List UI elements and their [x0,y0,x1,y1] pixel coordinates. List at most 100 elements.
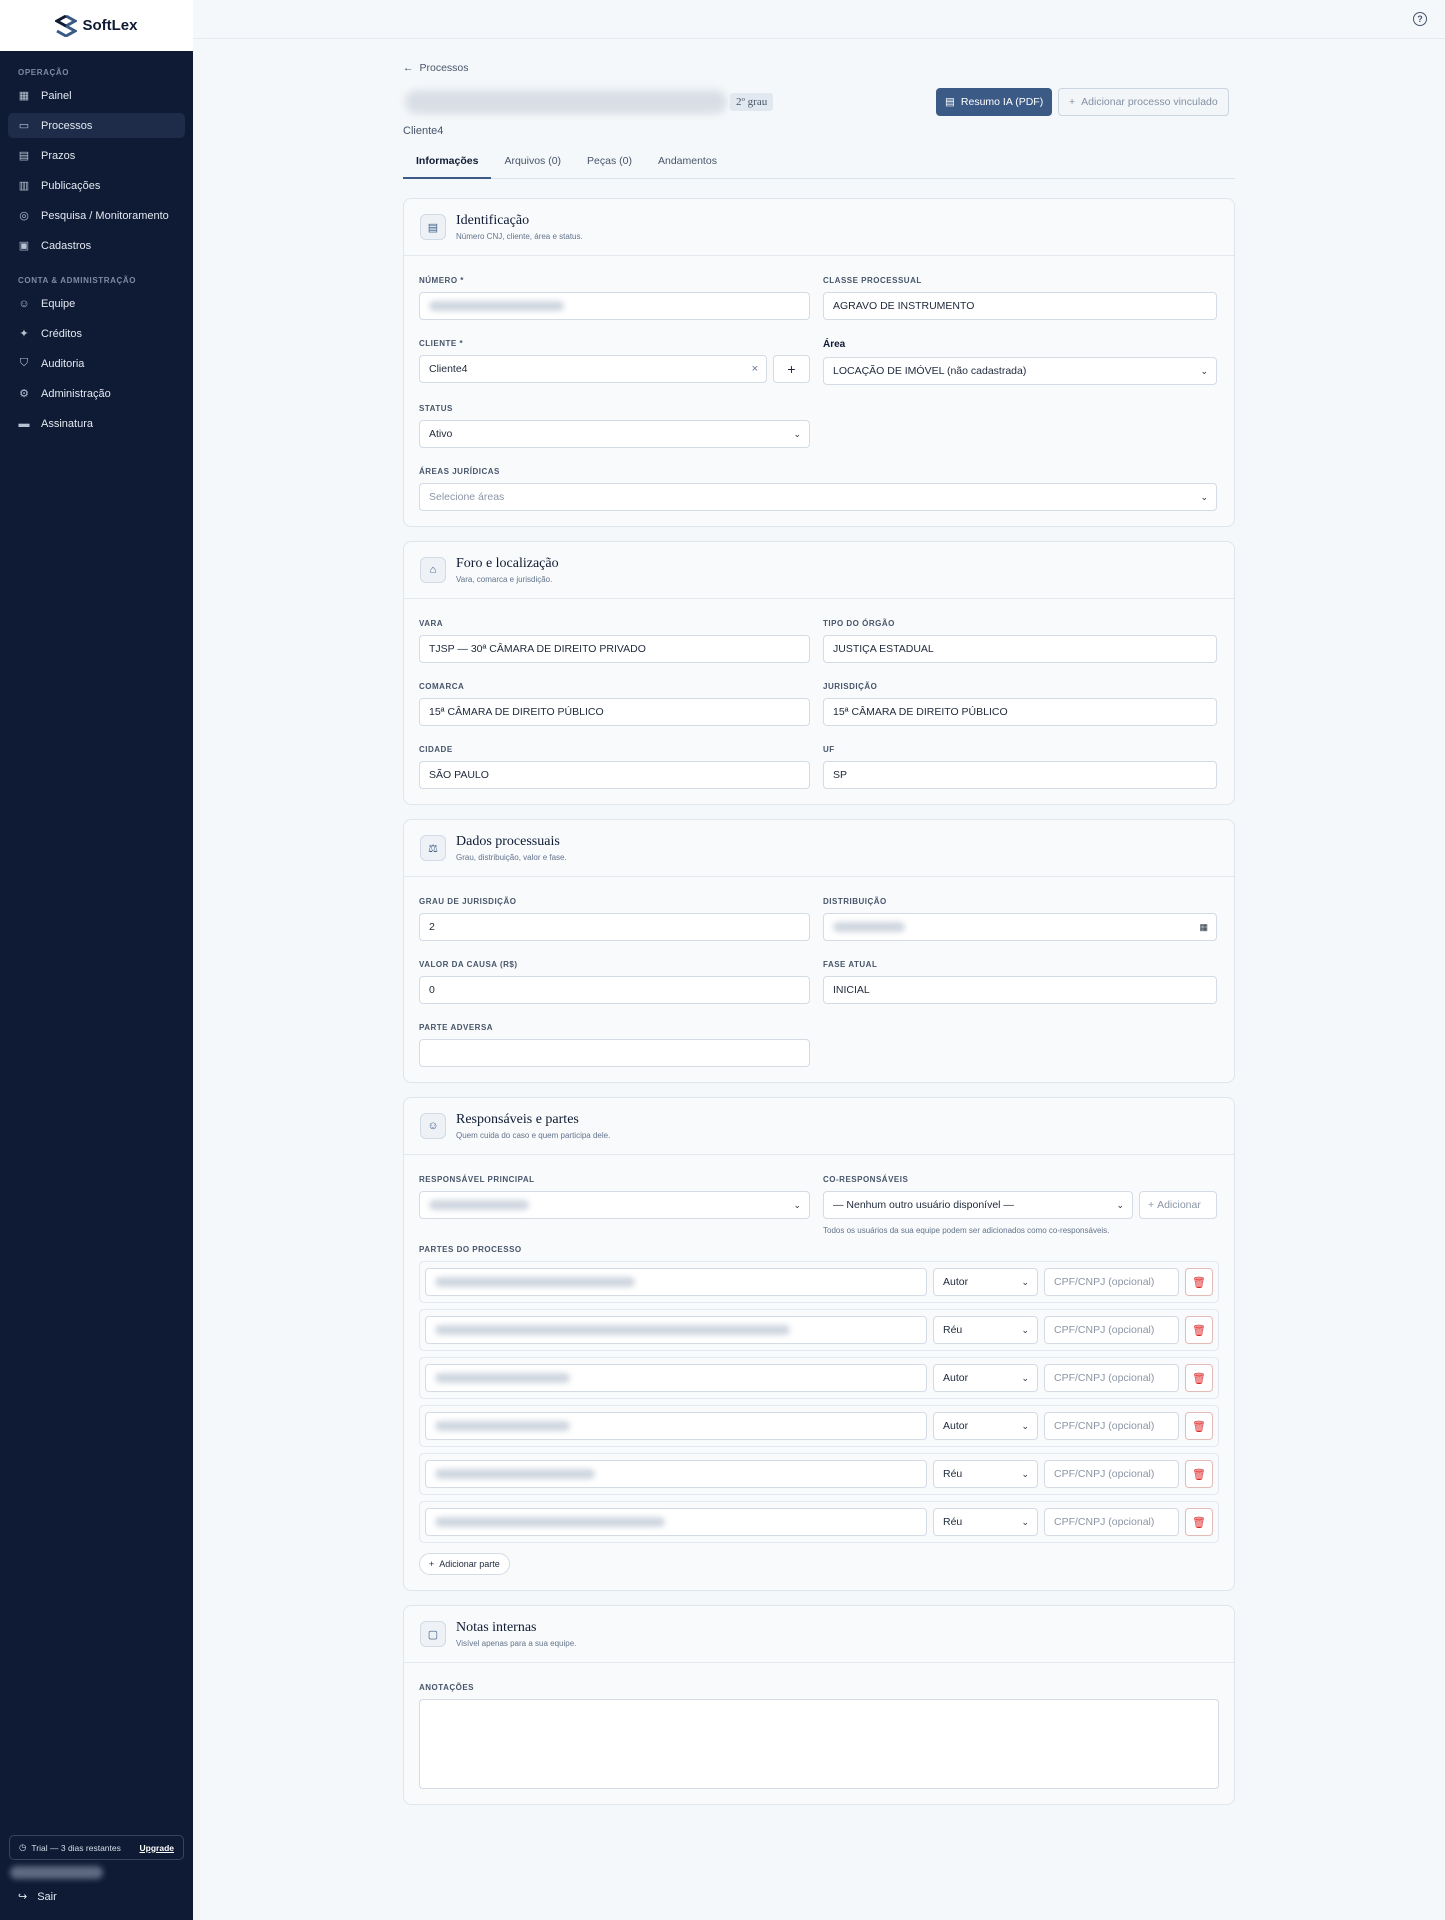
parte-cpf-placeholder: CPF/CNPJ (opcional) [1054,1516,1155,1528]
jurisdicao-input[interactable]: 15ª CÂMARA DE DIREITO PÚBLICO [823,698,1217,726]
delete-parte-button[interactable]: 🗑 [1185,1412,1213,1440]
sidebar-item-publicacoes[interactable]: ▥ Publicações [8,173,185,198]
delete-parte-button[interactable]: 🗑 [1185,1316,1213,1344]
parte-role-select[interactable]: Réu ⌄ [933,1508,1038,1536]
classe-label: CLASSE PROCESSUAL [823,276,922,285]
sidebar-item-assinatura[interactable]: ▬ Assinatura [8,411,185,436]
arrow-left-icon: ← [403,62,414,74]
sidebar-item-creditos[interactable]: ✦ Créditos [8,321,185,346]
status-select[interactable]: Ativo ⌄ [419,420,810,448]
logout-button[interactable]: ↪ Sair [18,1890,57,1904]
sidebar-item-administracao[interactable]: ⚙ Administração [8,381,185,406]
parte-cpf-input[interactable]: CPF/CNPJ (opcional) [1044,1268,1179,1296]
parte-role-select[interactable]: Réu ⌄ [933,1460,1038,1488]
trash-icon: 🗑 [1192,1516,1206,1529]
parte-role-value: Autor [943,1420,969,1432]
distribuicao-date-input[interactable]: ▦ [823,913,1217,941]
parte-role-select[interactable]: Autor ⌄ [933,1268,1038,1296]
parte-role-select[interactable]: Autor ⌄ [933,1412,1038,1440]
add-client-button[interactable]: + [773,355,810,383]
logo-text: SoftLex [82,17,138,34]
sidebar-item-equipe[interactable]: ☺ Equipe [8,291,185,316]
cliente-input[interactable]: Cliente4 × [419,355,767,383]
sidebar-item-processos[interactable]: ▭ Processos [8,113,185,138]
cidade-input[interactable]: SÃO PAULO [419,761,810,789]
parte-cpf-input[interactable]: CPF/CNPJ (opcional) [1044,1460,1179,1488]
users-icon: ☺ [18,297,30,310]
parte-nome-blurred [435,1325,790,1335]
parte-nome-blurred [435,1373,570,1383]
upgrade-link[interactable]: Upgrade [140,1843,174,1853]
tab-pecas[interactable]: Peças (0) [574,155,645,179]
fase-input[interactable]: INICIAL [823,976,1217,1004]
sidebar-item-prazos[interactable]: ▤ Prazos [8,143,185,168]
parte-nome-input[interactable] [425,1364,927,1392]
parte-cpf-input[interactable]: CPF/CNPJ (opcional) [1044,1412,1179,1440]
building-icon: ⌂ [420,557,446,583]
client-subtitle: Cliente4 [403,125,444,137]
parte-cpf-placeholder: CPF/CNPJ (opcional) [1054,1372,1155,1384]
co-responsaveis-select[interactable]: — Nenhum outro usuário disponível — ⌄ [823,1191,1133,1219]
uf-input[interactable]: SP [823,761,1217,789]
chevron-down-icon: ⌄ [1200,365,1208,376]
comarca-input[interactable]: 15ª CÂMARA DE DIREITO PÚBLICO [419,698,810,726]
delete-parte-button[interactable]: 🗑 [1185,1460,1213,1488]
card-title: Foro e localização [456,556,559,571]
add-parte-button[interactable]: + Adicionar parte [419,1553,510,1575]
add-co-responsavel-button[interactable]: + Adicionar [1139,1191,1217,1219]
parte-adversa-input[interactable] [419,1039,810,1067]
parte-nome-input[interactable] [425,1508,927,1536]
parte-cpf-placeholder: CPF/CNPJ (opcional) [1054,1468,1155,1480]
areas-juridicas-select[interactable]: Selecione áreas ⌄ [419,483,1217,511]
tipo-orgao-input[interactable]: JUSTIÇA ESTADUAL [823,635,1217,663]
sidebar-item-pesquisa[interactable]: ◎ Pesquisa / Monitoramento [8,203,185,228]
chevron-down-icon: ⌄ [793,428,801,439]
area-select[interactable]: LOCAÇÃO DE IMÓVEL (não cadastrada) ⌄ [823,357,1217,385]
add-linked-process-button[interactable]: + Adicionar processo vinculado [1058,88,1229,116]
sidebar-item-label: Prazos [41,149,76,162]
delete-parte-button[interactable]: 🗑 [1185,1364,1213,1392]
classe-input[interactable]: AGRAVO DE INSTRUMENTO [823,292,1217,320]
card-subtitle: Visível apenas para a sua equipe. [456,1639,577,1648]
sidebar-item-painel[interactable]: ▦ Painel [8,83,185,108]
area-value: LOCAÇÃO DE IMÓVEL (não cadastrada) [833,365,1027,377]
parte-cpf-input[interactable]: CPF/CNPJ (opcional) [1044,1316,1179,1344]
vara-input[interactable]: TJSP — 30ª CÂMARA DE DIREITO PRIVADO [419,635,810,663]
valor-causa-input[interactable]: 0 [419,976,810,1004]
numero-input[interactable] [419,292,810,320]
delete-parte-button[interactable]: 🗑 [1185,1508,1213,1536]
help-icon[interactable]: ? [1413,12,1427,26]
grau-input[interactable]: 2 [419,913,810,941]
logo[interactable]: SoftLex [0,0,193,51]
tab-arquivos[interactable]: Arquivos (0) [491,155,574,179]
grau-badge: 2º grau [730,93,774,111]
parte-nome-input[interactable] [425,1316,927,1344]
parte-row: Autor ⌄ CPF/CNPJ (opcional) 🗑 [419,1261,1219,1303]
sidebar-item-label: Pesquisa / Monitoramento [41,209,169,222]
parte-nome-input[interactable] [425,1268,927,1296]
folder-icon: ▭ [18,120,30,132]
parte-role-select[interactable]: Autor ⌄ [933,1364,1038,1392]
back-link[interactable]: ← Processos [403,62,1235,74]
sidebar-item-auditoria[interactable]: ⛉ Auditoria [8,351,185,376]
parte-cpf-input[interactable]: CPF/CNPJ (opcional) [1044,1508,1179,1536]
parte-row: Réu ⌄ CPF/CNPJ (opcional) 🗑 [419,1453,1219,1495]
sidebar-item-label: Equipe [41,297,76,310]
sidebar-item-cadastros[interactable]: ▣ Cadastros [8,233,185,258]
resumo-ia-button[interactable]: ▤ Resumo IA (PDF) [936,88,1053,116]
delete-parte-button[interactable]: 🗑 [1185,1268,1213,1296]
user-name-blurred[interactable] [10,1866,103,1879]
numero-label: NÚMERO * [419,276,464,285]
parte-cpf-input[interactable]: CPF/CNPJ (opcional) [1044,1364,1179,1392]
parte-nome-input[interactable] [425,1460,927,1488]
parte-role-select[interactable]: Réu ⌄ [933,1316,1038,1344]
clear-icon[interactable]: × [752,363,758,375]
responsavel-select[interactable]: ⌄ [419,1191,810,1219]
parte-role-value: Réu [943,1516,963,1528]
tab-andamentos[interactable]: Andamentos [645,155,730,179]
parte-nome-input[interactable] [425,1412,927,1440]
anotacoes-textarea[interactable] [419,1699,1219,1789]
tab-informacoes[interactable]: Informações [403,155,492,179]
process-header: 2º grau ▤ Resumo IA (PDF) + Adicionar pr… [403,86,1235,120]
calendar-icon[interactable]: ▦ [1199,922,1208,933]
